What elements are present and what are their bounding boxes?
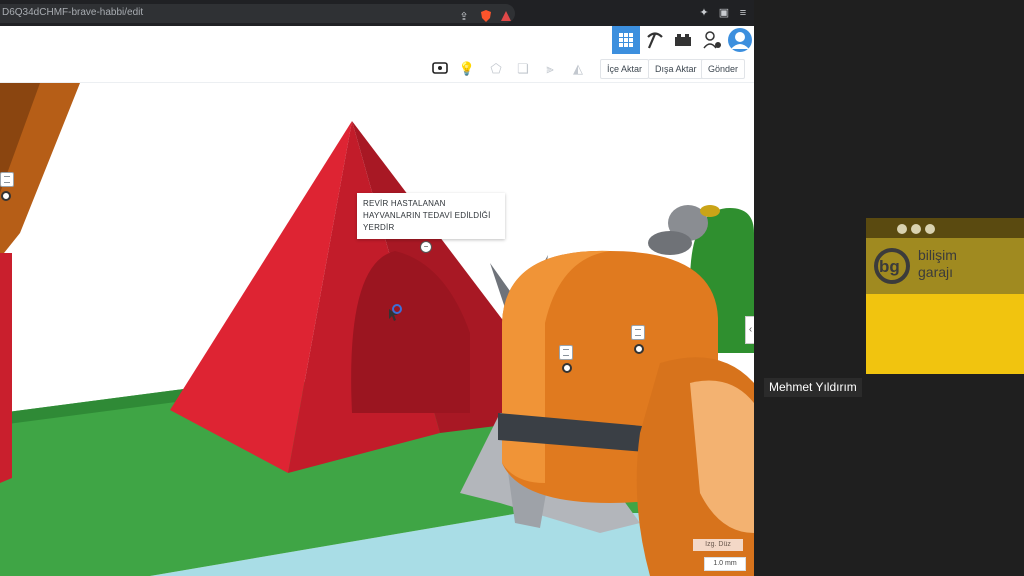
app-header: [0, 26, 754, 57]
note-collapse-icon[interactable]: −: [420, 241, 432, 253]
grid-icon: [619, 33, 633, 47]
notes-toggle-icon[interactable]: [430, 59, 450, 79]
note-tooltip: REVİR HASTALANAN HAYVANLARIN TEDAVİ EDİL…: [357, 193, 505, 239]
url-text: D6Q34dCHMF-brave-habbi/edit: [2, 7, 144, 18]
brave-rewards-icon[interactable]: [498, 9, 514, 25]
share-icon[interactable]: ⇪: [456, 9, 472, 25]
shape-icon[interactable]: ⬠: [486, 59, 506, 79]
snap-grid-select[interactable]: 1.0 mm: [704, 557, 746, 571]
snap-grid-label[interactable]: Izg. Düz: [693, 539, 743, 551]
brand-line-2: garajı: [918, 264, 954, 280]
add-user-icon: [703, 31, 721, 49]
video-frame: bg: [866, 218, 1024, 374]
lightbulb-icon[interactable]: 💡: [457, 59, 477, 79]
group-icon[interactable]: ❏: [513, 59, 533, 79]
address-bar[interactable]: D6Q34dCHMF-brave-habbi/edit ⇪: [0, 4, 515, 23]
3d-view-button[interactable]: [612, 26, 640, 54]
brave-shield-icon[interactable]: [478, 9, 494, 25]
participant-video[interactable]: bg bilişim garajı: [866, 218, 1024, 374]
add-user-button[interactable]: [698, 26, 726, 54]
extensions-icon[interactable]: ✦: [696, 5, 712, 21]
edit-toolbar: 💡 ⬠ ❏ ⫸ ◭ İçe Aktar Dışa Aktar Gönder: [0, 56, 754, 83]
svg-text:bg: bg: [879, 257, 900, 276]
3d-workplane[interactable]: ‹: [0, 83, 754, 576]
note-marker[interactable]: [631, 325, 645, 340]
import-button[interactable]: İçe Aktar: [600, 59, 650, 79]
browser-window: D6Q34dCHMF-brave-habbi/edit ⇪ ✦ ▣ ≡ 💡 ⬠ …: [0, 0, 754, 576]
browser-toolbar: D6Q34dCHMF-brave-habbi/edit ⇪ ✦ ▣ ≡: [0, 0, 754, 26]
note-pin[interactable]: [634, 344, 644, 354]
participant-name: Mehmet Yıldırım: [764, 378, 862, 397]
user-avatar-icon: [728, 28, 752, 52]
pickaxe-icon: [647, 32, 663, 49]
brick-icon: [675, 34, 691, 46]
wallet-icon[interactable]: ▣: [716, 5, 732, 21]
note-pin[interactable]: [1, 191, 11, 201]
mirror-icon[interactable]: ◭: [568, 59, 588, 79]
note-pin[interactable]: [562, 363, 572, 373]
pickaxe-button[interactable]: [641, 26, 669, 54]
menu-icon[interactable]: ≡: [735, 5, 751, 21]
note-marker[interactable]: [559, 345, 573, 360]
bricks-button[interactable]: [669, 26, 697, 54]
brand-line-1: bilişim: [918, 247, 957, 263]
avatar[interactable]: [726, 26, 754, 54]
align-icon[interactable]: ⫸: [540, 59, 560, 79]
note-marker[interactable]: [0, 172, 14, 187]
send-button[interactable]: Gönder: [701, 59, 746, 79]
collapse-panel-icon[interactable]: ‹: [745, 316, 754, 344]
export-button[interactable]: Dışa Aktar: [648, 59, 704, 79]
